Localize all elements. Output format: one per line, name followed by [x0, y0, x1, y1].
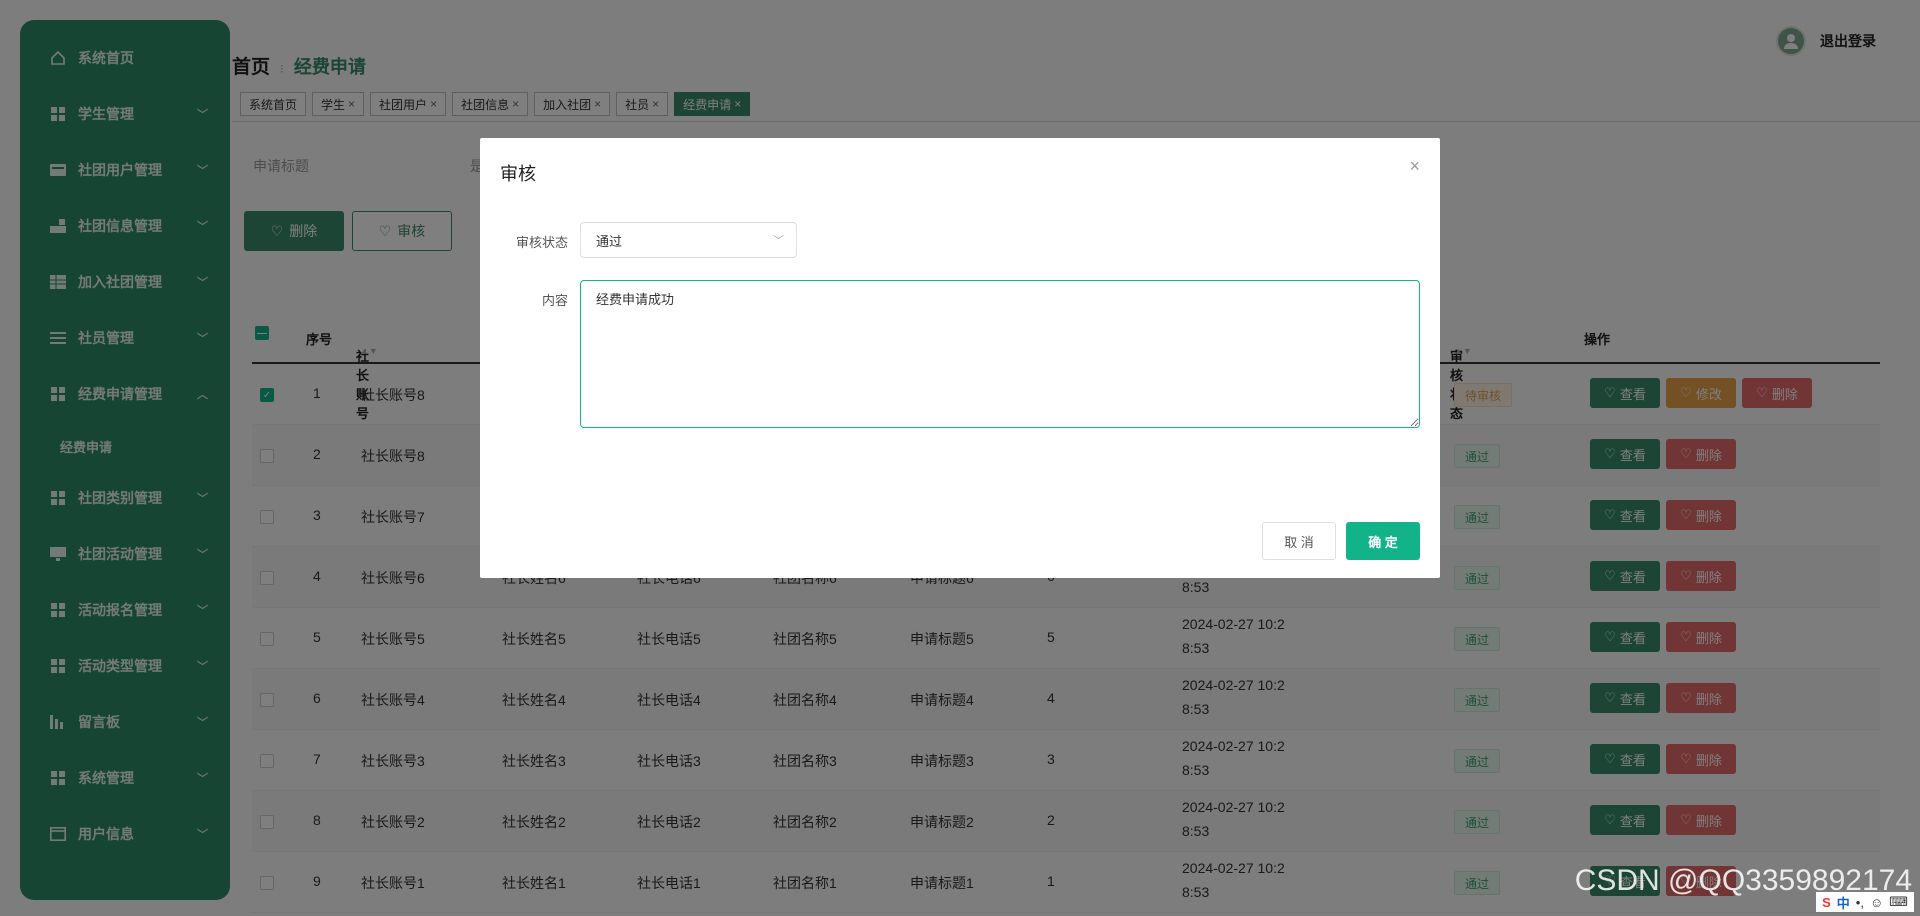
content-textarea[interactable]: 经费申请成功 — [580, 280, 1420, 428]
status-select[interactable]: 通过 ﹀ — [580, 222, 797, 258]
keyboard-icon[interactable]: ⌨ — [1889, 894, 1908, 910]
confirm-button[interactable]: 确 定 — [1346, 522, 1420, 560]
cancel-button[interactable]: 取 消 — [1262, 522, 1336, 560]
ime-punct[interactable]: •, — [1856, 895, 1864, 910]
status-select-value: 通过 — [596, 233, 623, 249]
chevron-down-icon: ﹀ — [773, 235, 784, 247]
emoji-icon[interactable]: ☺ — [1870, 895, 1883, 910]
close-icon[interactable]: × — [1409, 156, 1420, 177]
status-field-label: 审核状态 — [515, 235, 568, 250]
audit-dialog: 审核 × 审核状态 通过 ﹀ 内容 经费申请成功 取 消 确 定 — [480, 138, 1440, 578]
ime-logo: S — [1822, 894, 1831, 910]
dialog-title: 审核 — [500, 164, 536, 184]
ime-toolbar[interactable]: S 中 •, ☺ ⌨ — [1816, 892, 1914, 912]
content-field-label: 内容 — [541, 293, 568, 308]
ime-lang[interactable]: 中 — [1837, 893, 1850, 912]
